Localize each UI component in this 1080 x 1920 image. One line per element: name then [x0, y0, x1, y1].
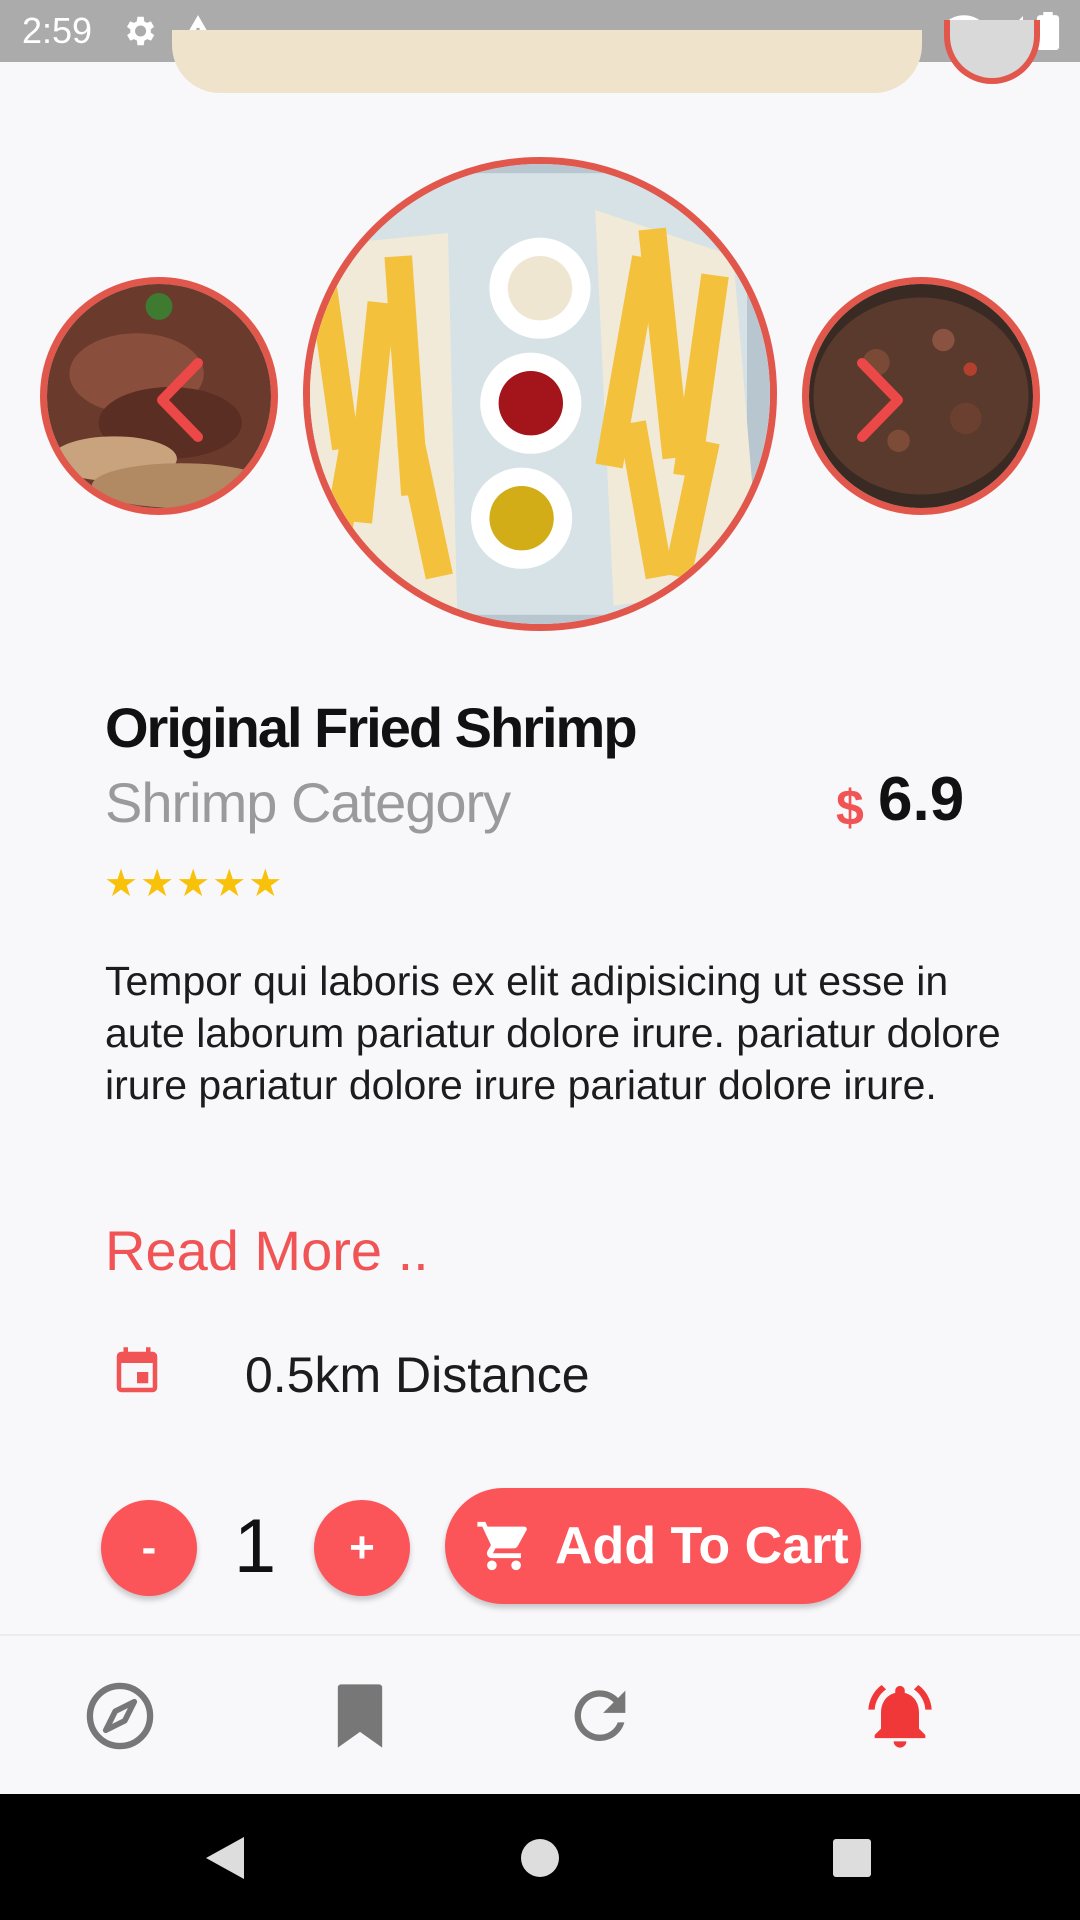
next-food-image[interactable]	[802, 277, 1040, 515]
main-food-image	[303, 157, 777, 631]
currency-symbol: $	[836, 780, 864, 836]
avatar[interactable]	[944, 20, 1040, 84]
decrease-quantity-button[interactable]: -	[101, 1500, 197, 1596]
distance-label: 0.5km Distance	[245, 1347, 590, 1403]
chevron-right-icon[interactable]	[850, 355, 910, 445]
add-to-cart-label: Add To Cart	[555, 1517, 849, 1575]
refresh-icon[interactable]	[562, 1678, 638, 1754]
back-icon[interactable]	[204, 1835, 246, 1881]
read-more-link[interactable]: Read More ..	[105, 1218, 429, 1284]
product-description: Tempor qui laboris ex elit adipisicing u…	[105, 958, 1001, 1108]
plus-label: +	[349, 1523, 375, 1572]
quantity-value: 1	[233, 1504, 277, 1589]
recents-icon[interactable]	[832, 1838, 872, 1878]
minus-label: -	[141, 1523, 157, 1572]
search-bar[interactable]	[172, 30, 922, 93]
product-price: 6.9	[878, 765, 965, 834]
increase-quantity-button[interactable]: +	[314, 1500, 410, 1596]
product-title: Original Fried Shrimp	[105, 696, 638, 759]
bookmark-icon[interactable]	[322, 1678, 398, 1754]
settings-icon	[126, 16, 155, 46]
add-to-cart-button[interactable]: Add To Cart	[445, 1488, 861, 1604]
chevron-left-icon[interactable]	[150, 355, 210, 445]
home-icon[interactable]	[520, 1838, 560, 1878]
status-time: 2:59	[22, 10, 93, 51]
rating-stars: ★★★★★	[104, 863, 285, 905]
notification-bell-icon[interactable]	[862, 1678, 938, 1754]
compass-icon[interactable]	[82, 1678, 158, 1754]
cart-icon	[477, 1521, 527, 1571]
calendar-icon	[116, 1347, 158, 1393]
product-category: Shrimp Category	[105, 771, 511, 834]
